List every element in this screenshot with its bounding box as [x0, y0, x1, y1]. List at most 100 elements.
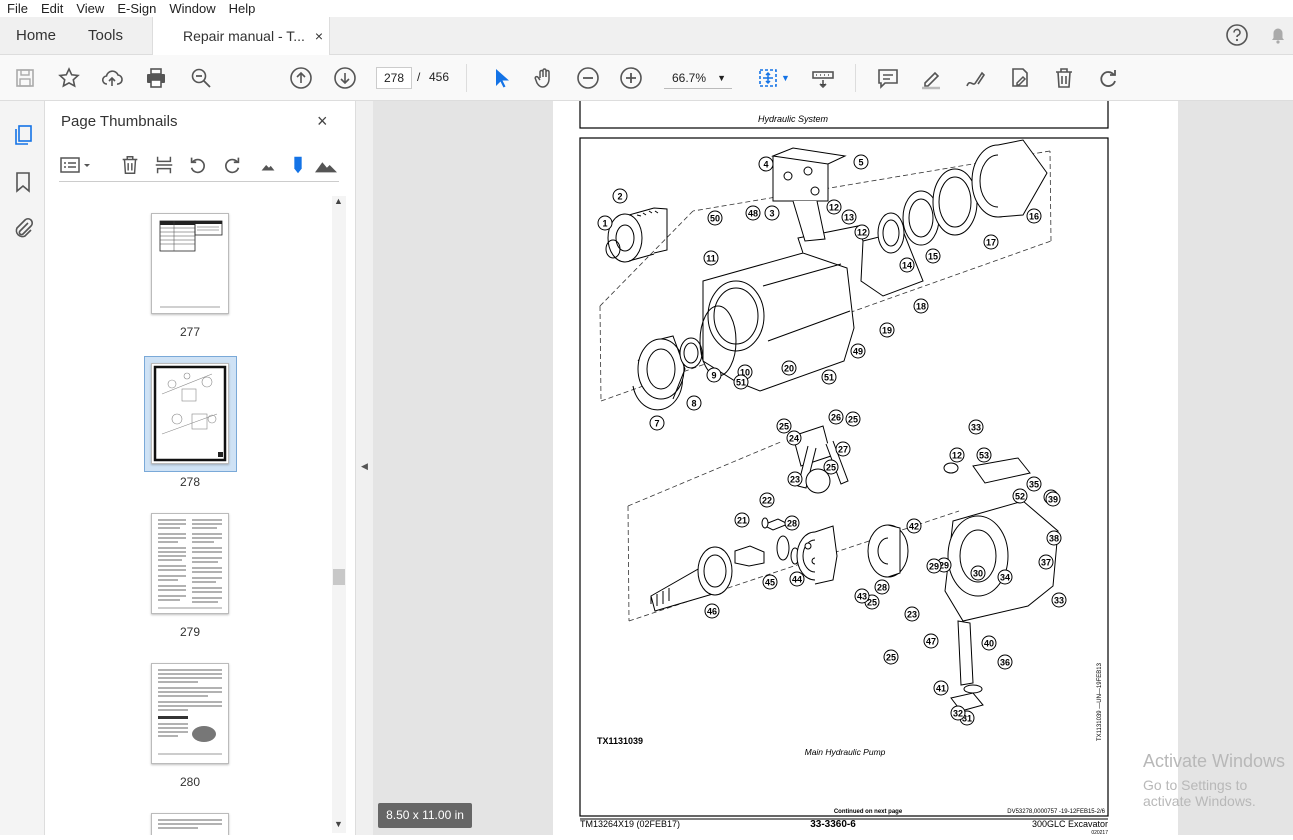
scroll-down-icon[interactable]: ▼	[334, 819, 343, 829]
save-icon[interactable]	[13, 66, 37, 90]
upload-icon[interactable]	[100, 66, 124, 90]
callout-number: 2	[617, 192, 622, 202]
thumbnail-280[interactable]	[151, 663, 229, 764]
thumbnail-toolbar	[59, 148, 339, 182]
thumbnail-scrollbar[interactable]: ▲ ▼	[332, 196, 346, 833]
callout-number: 16	[1029, 212, 1039, 222]
print-icon[interactable]	[144, 66, 168, 90]
callout-number: 12	[829, 203, 839, 213]
thumbnail-size-slider[interactable]	[287, 154, 309, 176]
fit-chevron-icon[interactable]: ▼	[781, 73, 790, 83]
draw-freehand-icon[interactable]	[963, 66, 987, 90]
tab-home[interactable]: Home	[16, 17, 56, 55]
bell-icon[interactable]	[1266, 23, 1290, 47]
thumbnail-next[interactable]	[151, 813, 229, 835]
footer-date: 020217	[1091, 830, 1108, 835]
callout-number: 17	[986, 238, 996, 248]
menu-edit[interactable]: Edit	[34, 0, 69, 17]
activation-watermark-sub: Go to Settings to activate Windows.	[1143, 777, 1256, 809]
toolbar-divider	[855, 64, 856, 92]
callout-number: 25	[886, 653, 896, 663]
callout-number: 9	[711, 371, 716, 381]
menu-view[interactable]: View	[69, 0, 110, 17]
zoom-level-select[interactable]: 66.7% ▼	[664, 67, 732, 89]
callout-number: 28	[787, 519, 797, 529]
panel-collapse-handle[interactable]: ◀	[355, 101, 373, 835]
attachment-icon[interactable]	[11, 216, 35, 240]
edit-text-icon[interactable]	[1008, 66, 1032, 90]
thumbnail-278[interactable]	[151, 363, 229, 464]
panel-close-icon[interactable]: ×	[317, 111, 328, 132]
footer-right: 300GLC Excavator	[1032, 819, 1108, 829]
redo-icon[interactable]	[1096, 66, 1120, 90]
tab-document-label: Repair manual - T...	[183, 28, 305, 44]
star-icon[interactable]	[57, 66, 81, 90]
thumbnail-279[interactable]	[151, 513, 229, 614]
scroll-thumb[interactable]	[333, 569, 345, 585]
page-separator: /	[417, 70, 421, 84]
callout-number: 12	[857, 228, 867, 238]
tab-document[interactable]: Repair manual - T... ×	[152, 17, 330, 55]
zoom-in-icon[interactable]	[619, 66, 643, 90]
select-cursor-icon[interactable]	[489, 66, 513, 90]
rotate-left-icon[interactable]	[187, 154, 209, 176]
callout-number: 8	[691, 399, 696, 409]
callout-number: 20	[784, 364, 794, 374]
comment-icon[interactable]	[876, 66, 900, 90]
zoom-search-icon[interactable]	[189, 66, 213, 90]
toolbar-divider	[466, 64, 467, 92]
rotate-right-icon[interactable]	[221, 154, 243, 176]
callout-number: 5	[858, 158, 863, 168]
figure-caption: Main Hydraulic Pump	[805, 747, 886, 757]
callout-number: 25	[826, 463, 836, 473]
delete-page-icon[interactable]	[119, 154, 141, 176]
callout-number: 41	[936, 684, 946, 694]
thumbnail-number: 279	[179, 625, 201, 639]
callout-number: 34	[1000, 573, 1010, 583]
document-viewer[interactable]: 1 2 3 4 5 7 8 9 10 11 12 12 13 14 15 16 17 18 19 20 21 22 23 23…	[373, 98, 1293, 836]
page-number-input[interactable]: 278	[376, 67, 412, 89]
callout-number: 19	[882, 326, 892, 336]
menu-esign[interactable]: E-Sign	[110, 0, 162, 17]
thumbnail-number: 277	[179, 325, 201, 339]
scroll-up-icon[interactable]: ▲	[334, 196, 343, 206]
help-icon[interactable]	[1225, 23, 1249, 47]
page-up-icon[interactable]	[289, 66, 313, 90]
callout-number: 43	[857, 592, 867, 602]
collapse-arrow-icon: ◀	[361, 461, 368, 471]
tab-tools[interactable]: Tools	[88, 17, 123, 55]
callout-number: 1	[602, 219, 607, 229]
fit-page-icon[interactable]	[756, 66, 780, 90]
menu-file[interactable]: File	[0, 0, 34, 17]
callout-number: 46	[707, 607, 717, 617]
insert-page-icon[interactable]	[153, 154, 175, 176]
small-mountain-icon[interactable]	[257, 154, 279, 176]
menu-window[interactable]: Window	[162, 0, 221, 17]
zoom-out-icon[interactable]	[576, 66, 600, 90]
thumbnail-277[interactable]	[151, 213, 229, 314]
options-menu-icon[interactable]	[59, 154, 90, 176]
bookmark-icon[interactable]	[11, 170, 35, 194]
page-down-icon[interactable]	[333, 66, 357, 90]
delete-icon[interactable]	[1052, 66, 1076, 90]
callout-number: 51	[824, 373, 834, 383]
callout-number: 24	[789, 434, 799, 444]
menu-help[interactable]: Help	[222, 0, 262, 17]
scroll-mode-icon[interactable]	[811, 66, 835, 90]
hand-tool-icon[interactable]	[532, 66, 556, 90]
callout-number: 48	[748, 209, 758, 219]
page-drawing: 1234 5789 10111212131415161718192021222323…	[579, 98, 1109, 836]
callout-number: 13	[844, 213, 854, 223]
tab-close-icon[interactable]: ×	[315, 17, 323, 55]
callout-number: 11	[706, 254, 716, 264]
large-mountain-icon[interactable]	[313, 154, 337, 176]
page-thumbnails-icon[interactable]	[11, 123, 35, 147]
callout-number: 49	[853, 347, 863, 357]
highlight-pen-icon[interactable]	[919, 66, 943, 90]
zoom-level-value: 66.7%	[672, 71, 707, 85]
callout-number: 53	[979, 451, 989, 461]
callout-number: 23	[790, 475, 800, 485]
footer-left: TM13264X19 (02FEB17)	[580, 819, 680, 829]
thumbnail-list: 277 278 279 280	[45, 197, 335, 835]
callout-number: 15	[928, 252, 938, 262]
